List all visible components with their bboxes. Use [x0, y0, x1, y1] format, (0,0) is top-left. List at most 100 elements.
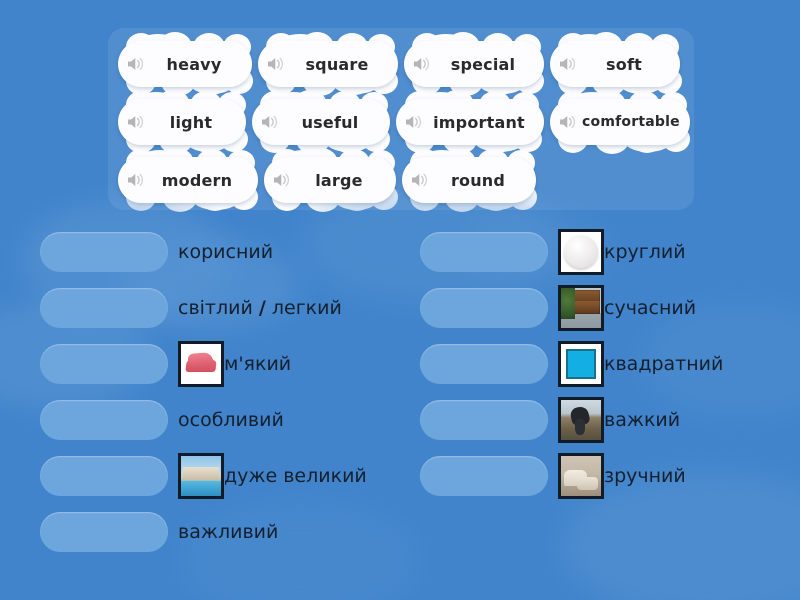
word-tile-label: soft: [606, 54, 642, 74]
drop-slot[interactable]: [420, 400, 548, 440]
square-shape-thumbnail: [558, 341, 604, 387]
speaker-icon[interactable]: [558, 55, 578, 73]
word-tile-content: important: [404, 99, 534, 145]
speaker-icon[interactable]: [412, 55, 432, 73]
word-tile[interactable]: modern: [118, 148, 258, 212]
answer-label: корисний: [178, 240, 274, 263]
word-tile[interactable]: important: [396, 90, 544, 154]
word-tile-content: soft: [558, 41, 670, 87]
right-answer-row: зручний: [420, 453, 686, 499]
right-answer-row: круглий: [420, 229, 686, 275]
speaker-icon[interactable]: [558, 113, 578, 131]
answer-body: важливий: [178, 520, 279, 543]
drop-slot[interactable]: [40, 512, 168, 552]
answer-label: світлий / легкий: [178, 296, 342, 319]
word-tile-label: special: [450, 54, 516, 74]
villa-thumbnail: [178, 453, 224, 499]
drop-slot[interactable]: [40, 456, 168, 496]
word-tile-label: light: [169, 112, 213, 132]
drop-slot[interactable]: [420, 232, 548, 272]
answer-body: сучасний: [558, 285, 696, 331]
drop-slot[interactable]: [40, 288, 168, 328]
word-tile[interactable]: large: [264, 148, 398, 212]
left-answer-row: дуже великий: [40, 453, 367, 499]
speaker-icon[interactable]: [404, 113, 424, 131]
word-tile-label: round: [450, 170, 506, 190]
drop-slot[interactable]: [420, 288, 548, 328]
answer-label: круглий: [604, 240, 686, 263]
speaker-icon[interactable]: [272, 171, 292, 189]
word-tile[interactable]: square: [258, 32, 398, 96]
answer-body: круглий: [558, 229, 686, 275]
left-answer-row: м'який: [40, 341, 291, 387]
word-tile-content: heavy: [126, 41, 242, 87]
speaker-icon[interactable]: [266, 55, 286, 73]
word-tile-content: large: [272, 157, 386, 203]
left-answer-row: особливий: [40, 398, 284, 442]
answer-body: світлий / легкий: [178, 296, 342, 319]
word-tile-content: round: [410, 157, 526, 203]
speaker-icon[interactable]: [126, 171, 146, 189]
word-tile[interactable]: comfortable: [550, 90, 690, 154]
right-answer-row: квадратний: [420, 341, 723, 387]
speaker-icon[interactable]: [126, 55, 146, 73]
speaker-icon[interactable]: [126, 113, 146, 131]
answer-body: дуже великий: [178, 453, 367, 499]
drop-slot[interactable]: [420, 456, 548, 496]
word-tile-label: useful: [301, 112, 359, 132]
answer-label: особливий: [178, 408, 284, 431]
word-tile-label: modern: [161, 170, 233, 190]
answer-body: квадратний: [558, 341, 723, 387]
left-answer-row: корисний: [40, 230, 273, 274]
thumbnail-artwork: [561, 456, 601, 496]
answer-label: важливий: [178, 520, 279, 543]
answer-body: м'який: [178, 341, 291, 387]
sofa-thumbnail: [558, 453, 604, 499]
word-tile-label: large: [315, 170, 363, 190]
left-answer-row: важливий: [40, 510, 278, 554]
word-tile[interactable]: light: [118, 90, 249, 154]
thumbnail-artwork: [181, 456, 221, 496]
thumbnail-artwork: [561, 288, 601, 328]
word-tile-label: comfortable: [582, 114, 680, 130]
answer-body: зручний: [558, 453, 686, 499]
word-tile-label: important: [433, 112, 525, 132]
right-answer-row: сучасний: [420, 285, 696, 331]
word-tile[interactable]: round: [402, 148, 538, 212]
speaker-icon[interactable]: [260, 113, 280, 131]
drop-slot[interactable]: [40, 400, 168, 440]
thumbnail-artwork: [561, 400, 601, 440]
towels-thumbnail: [178, 341, 224, 387]
drop-slot[interactable]: [40, 232, 168, 272]
answer-label: сучасний: [604, 296, 697, 319]
word-tile-content: light: [126, 99, 236, 145]
round-shape-thumbnail: [558, 229, 604, 275]
answer-label: м'який: [224, 352, 292, 375]
right-answer-row: важкий: [420, 397, 680, 443]
answer-label: квадратний: [604, 352, 724, 375]
word-tile-content: square: [266, 41, 388, 87]
word-tile-content: comfortable: [558, 99, 680, 145]
word-tile[interactable]: useful: [252, 90, 391, 154]
left-answer-row: світлий / легкий: [40, 286, 342, 330]
speaker-icon[interactable]: [410, 171, 430, 189]
heavy-backpack-thumbnail: [558, 397, 604, 443]
thumbnail-artwork: [561, 232, 601, 272]
word-tile-label: square: [305, 54, 369, 74]
answer-body: важкий: [558, 397, 680, 443]
answer-label: важкий: [604, 408, 681, 431]
answer-body: особливий: [178, 408, 284, 431]
answer-label: дуже великий: [224, 464, 367, 487]
drop-slot[interactable]: [420, 344, 548, 384]
word-tile[interactable]: special: [404, 32, 544, 96]
answer-area: корисний світлий / легкий м'який особливий д…: [0, 0, 800, 600]
word-tile[interactable]: soft: [550, 32, 682, 96]
word-tile-content: useful: [260, 99, 380, 145]
thumbnail-artwork: [561, 344, 601, 384]
word-tile[interactable]: heavy: [118, 32, 254, 96]
modern-house-thumbnail: [558, 285, 604, 331]
thumbnail-artwork: [181, 344, 221, 384]
word-tile-content: modern: [126, 157, 248, 203]
word-tile-content: special: [412, 41, 534, 87]
drop-slot[interactable]: [40, 344, 168, 384]
